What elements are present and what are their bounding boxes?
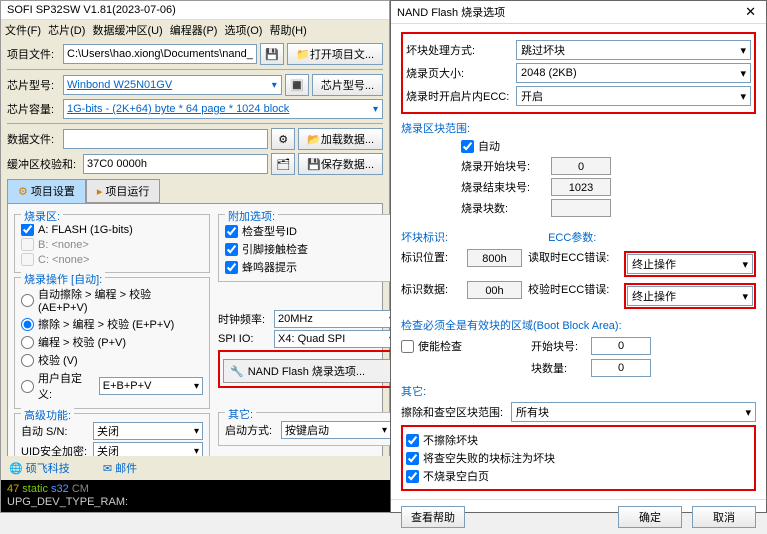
chip-model-button[interactable]: 芯片型号...	[312, 74, 383, 96]
ok-button[interactable]: 确定	[618, 506, 682, 528]
boot-count-input[interactable]	[591, 359, 651, 377]
chip-icon[interactable]: 🔳	[285, 74, 309, 96]
op-auto-erase-radio[interactable]	[21, 294, 34, 307]
sn-combo[interactable]: 关闭	[93, 422, 203, 440]
area-a-check[interactable]	[21, 223, 34, 236]
dialog-title: NAND Flash 烧录选项	[397, 4, 741, 20]
menu-programmer[interactable]: 编程器(P)	[170, 25, 218, 37]
bad-id-pos: 800h	[467, 249, 522, 267]
area-b-check	[21, 238, 34, 251]
checksum-icon[interactable]: 🗂	[271, 153, 295, 175]
data-file-input[interactable]	[63, 129, 268, 149]
erase-range-combo[interactable]: 所有块	[511, 402, 756, 422]
boot-start-input[interactable]	[591, 337, 651, 355]
start-mode-combo[interactable]: 按键启动	[281, 421, 391, 439]
link-mail[interactable]: ✉ 邮件	[103, 463, 152, 475]
checksum-label: 缓冲区校验和:	[7, 156, 83, 172]
bad-id-cnt: 00h	[467, 281, 522, 299]
op-erase-prog-radio[interactable]	[21, 318, 34, 331]
menu-help[interactable]: 帮助(H)	[269, 25, 306, 37]
cancel-button[interactable]: 取消	[692, 506, 756, 528]
menu-chip[interactable]: 芯片(D)	[48, 25, 85, 37]
link-tech[interactable]: 🌐 硕飞科技	[9, 463, 85, 475]
area-c-check	[21, 253, 34, 266]
project-file-label: 项目文件:	[7, 46, 63, 62]
burn-area-group: 烧录区: A: FLASH (1G-bits) B: <none> C: <no…	[14, 214, 210, 273]
range-end: 1023	[551, 178, 611, 196]
others-group: 其它: 启动方式:按键启动	[218, 412, 398, 446]
ops-group: 烧录操作 [自动]: 自动擦除 > 编程 > 校验 (AE+P+V) 擦除 > …	[14, 277, 210, 409]
op-prog-verify-radio[interactable]	[21, 336, 34, 349]
checksum-input[interactable]	[83, 154, 268, 174]
menu-buffer[interactable]: 数据缓冲区(U)	[92, 25, 162, 37]
ecc-verify-combo[interactable]: 终止操作	[627, 286, 753, 306]
chip-cap-combo[interactable]: 1G-bits - (2K+64) byte * 64 page * 1024 …	[63, 99, 383, 119]
settings-panel: 烧录区: A: FLASH (1G-bits) B: <none> C: <no…	[7, 203, 383, 478]
op-custom-radio[interactable]	[21, 380, 34, 393]
main-title-bar: SOFI SP32SW V1.81(2023-07-06)	[1, 1, 389, 20]
buzzer-check[interactable]	[225, 261, 238, 274]
extra-group: 附加选项: 检查型号ID 引脚接触检查 蜂鸣器提示	[218, 214, 398, 282]
play-icon: ▸	[97, 186, 103, 198]
project-file-input[interactable]	[63, 44, 257, 64]
op-verify-radio[interactable]	[21, 354, 34, 367]
no-erase-bad-check[interactable]	[406, 434, 419, 447]
wrench-icon: 🔧	[230, 365, 244, 378]
ecc-combo[interactable]: 开启	[516, 86, 751, 106]
pin-check-check[interactable]	[225, 243, 238, 256]
tab-run[interactable]: ▸项目运行	[86, 179, 161, 203]
nand-options-button[interactable]: 🔧NAND Flash 烧录选项...	[223, 359, 393, 383]
chip-cap-label: 芯片容量:	[7, 101, 63, 117]
range-start: 0	[551, 157, 611, 175]
page-size-combo[interactable]: 2048 (2KB)	[516, 63, 751, 83]
ecc-read-combo[interactable]: 终止操作	[627, 254, 753, 274]
spi-combo[interactable]: X4: Quad SPI	[274, 330, 398, 348]
check-id-check[interactable]	[225, 225, 238, 238]
main-title: SOFI SP32SW V1.81(2023-07-06)	[7, 4, 383, 16]
nand-dialog: NAND Flash 烧录选项 ✕ 坏块处理方式:跳过坏块 烧录页大小:2048…	[390, 0, 767, 513]
help-button[interactable]: 查看帮助	[401, 506, 465, 528]
mark-fail-check[interactable]	[406, 452, 419, 465]
no-burn-empty-check[interactable]	[406, 470, 419, 483]
chip-model-label: 芯片型号:	[7, 77, 63, 93]
freq-combo[interactable]: 20MHz	[274, 310, 398, 328]
menu-file[interactable]: 文件(F)	[5, 25, 41, 37]
console: 47 static s32 CM UPG_DEV_TYPE_RAM:	[1, 480, 391, 512]
main-window: SOFI SP32SW V1.81(2023-07-06) 文件(F) 芯片(D…	[0, 0, 390, 513]
data-file-icon[interactable]: ⚙	[271, 128, 295, 150]
save-project-icon[interactable]: 💾	[260, 43, 284, 65]
boot-enable-check[interactable]	[401, 340, 414, 353]
load-data-button[interactable]: 📂 加载数据...	[298, 128, 383, 150]
save-data-button[interactable]: 💾 保存数据...	[298, 153, 383, 175]
open-project-button[interactable]: 📁 打开项目文...	[287, 43, 383, 65]
op-custom-combo[interactable]: E+B+P+V	[99, 377, 203, 395]
tab-settings[interactable]: ⚙项目设置	[7, 179, 86, 203]
close-icon[interactable]: ✕	[741, 4, 760, 20]
bad-block-combo[interactable]: 跳过坏块	[516, 40, 751, 60]
menu-options[interactable]: 选项(O)	[225, 25, 263, 37]
menu-bar: 文件(F) 芯片(D) 数据缓冲区(U) 编程器(P) 选项(O) 帮助(H)	[1, 20, 389, 40]
data-file-label: 数据文件:	[7, 131, 63, 147]
range-count	[551, 199, 611, 217]
range-auto-check[interactable]	[461, 140, 474, 153]
gear-icon: ⚙	[18, 186, 28, 198]
chip-model-combo[interactable]: Winbond W25N01GV	[63, 75, 282, 95]
